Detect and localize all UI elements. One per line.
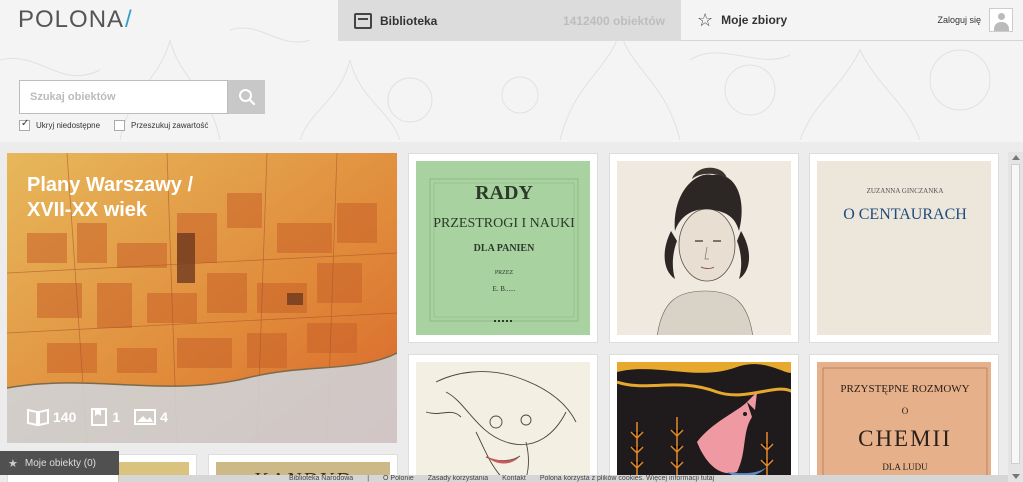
documents-stat: 1 (90, 408, 120, 426)
images-stat: 4 (134, 408, 168, 426)
featured-stats: 140 1 4 (27, 408, 182, 426)
card-1-line-1: RADY (475, 182, 533, 204)
book-icon (27, 408, 49, 426)
hide-unavailable-option[interactable]: Ukryj niedostępne (19, 118, 101, 131)
footer-separator: | (367, 475, 370, 482)
fox-illustration (617, 362, 791, 482)
card-1-line-4: PRZEZ (495, 270, 514, 276)
cover-ornament: RADY PRZESTROGI I NAUKI DLA PANIEN PRZEZ… (429, 178, 579, 322)
card-3-author: ZUZANNA GINCZANKA (867, 187, 944, 195)
logo-slash: / (125, 6, 133, 33)
search-content-checkbox[interactable] (114, 120, 126, 131)
search-content-label: Przeszukuj zawartość (131, 121, 209, 130)
object-thumbnail: RADY PRZESTROGI I NAUKI DLA PANIEN PRZEZ… (416, 161, 590, 335)
object-thumbnail (617, 161, 791, 335)
hide-unavailable-label: Ukryj niedostępne (36, 121, 101, 130)
scroll-down-arrow-icon[interactable] (1012, 474, 1020, 479)
cover-text: PRZYSTĘPNE ROZMOWY O CHEMII DLA LUDU (822, 367, 988, 482)
header: POLONA/ Biblioteka 1412400 obiektów ☆ Mo… (0, 0, 1023, 142)
hide-unavailable-checkbox[interactable] (19, 118, 30, 131)
object-thumbnail: ZUZANNA GINCZANKA O CENTAURACH (817, 161, 991, 335)
library-icon (354, 12, 372, 29)
images-count: 4 (160, 409, 168, 425)
object-card[interactable] (609, 354, 799, 482)
cookie-notice[interactable]: Polona korzysta z plików cookies. Więcej… (540, 475, 714, 482)
scroll-up-arrow-icon[interactable] (1012, 155, 1020, 160)
footer-link[interactable]: Kontakt (502, 475, 526, 482)
featured-title: Plany Warszawy / XVII-XX wiek (27, 174, 193, 221)
documents-count: 1 (112, 409, 121, 425)
object-thumbnail (416, 362, 590, 482)
scroll-thumb[interactable] (1011, 164, 1020, 464)
login-link[interactable]: Zaloguj się (937, 15, 981, 25)
search-button[interactable] (228, 80, 265, 114)
search-input[interactable] (19, 80, 228, 114)
footer-link[interactable]: Biblioteka Narodowa (289, 475, 353, 482)
card-6-line-2: O (902, 406, 909, 416)
footer: Biblioteka Narodowa | O Polonie Zasady k… (119, 475, 1008, 482)
footer-link[interactable]: O Polonie (383, 475, 414, 482)
star-icon: ★ (8, 457, 18, 470)
object-thumbnail (617, 362, 791, 482)
object-card[interactable] (609, 153, 799, 343)
polona-logo[interactable]: POLONA/ (18, 6, 133, 34)
object-thumbnail: PRZYSTĘPNE ROZMOWY O CHEMII DLA LUDU (817, 362, 991, 482)
search-options: Ukryj niedostępne Przeszukuj zawartość (19, 118, 222, 131)
my-objects-label: Moje obiekty (0) (24, 457, 97, 469)
tab-library[interactable]: Biblioteka 1412400 obiektów (338, 0, 681, 41)
document-icon (91, 408, 108, 426)
object-card[interactable] (408, 354, 598, 482)
card-1-line-3: DLA PANIEN (474, 243, 535, 254)
featured-collection-tile[interactable]: Plany Warszawy / XVII-XX wiek 140 1 4 (7, 153, 397, 443)
scrollbar[interactable] (1008, 152, 1023, 482)
card-1-line-5: E. B...... (493, 285, 516, 293)
card-1-line-2: PRZESTROGI I NAUKI (433, 216, 575, 231)
object-card[interactable]: PRZYSTĘPNE ROZMOWY O CHEMII DLA LUDU (809, 354, 999, 482)
card-6-line-4: DLA LUDU (882, 462, 928, 472)
image-icon (134, 409, 157, 425)
search-icon (238, 89, 255, 106)
tab-my-collections[interactable]: ☆ Moje zbiory Zaloguj się (681, 0, 1023, 41)
search-box (19, 80, 265, 114)
portrait-image (657, 167, 753, 335)
my-collections-label: Moje zbiory (721, 13, 788, 27)
star-icon: ☆ (697, 10, 714, 30)
my-objects-button[interactable]: ★ Moje obiekty (0) (0, 451, 119, 475)
object-card[interactable]: RADY PRZESTROGI I NAUKI DLA PANIEN PRZEZ… (408, 153, 598, 343)
sketch-image (425, 371, 577, 482)
library-count: 1412400 obiektów (562, 13, 665, 28)
library-label: Biblioteka (380, 13, 438, 28)
books-stat: 140 (27, 408, 76, 426)
card-6-line-1: PRZYSTĘPNE ROZMOWY (840, 383, 969, 395)
card-3-title: O CENTAURACH (843, 206, 967, 223)
avatar-icon[interactable] (989, 8, 1013, 32)
cover-text: ZUZANNA GINCZANKA O CENTAURACH (843, 187, 967, 223)
books-count: 140 (53, 409, 77, 425)
search-content-option[interactable]: Przeszukuj zawartość (114, 120, 208, 131)
logo-text: POLONA (18, 6, 125, 33)
card-6-line-3: CHEMII (858, 426, 952, 451)
footer-link[interactable]: Zasady korzystania (428, 475, 488, 482)
object-card[interactable]: ZUZANNA GINCZANKA O CENTAURACH (809, 153, 999, 343)
